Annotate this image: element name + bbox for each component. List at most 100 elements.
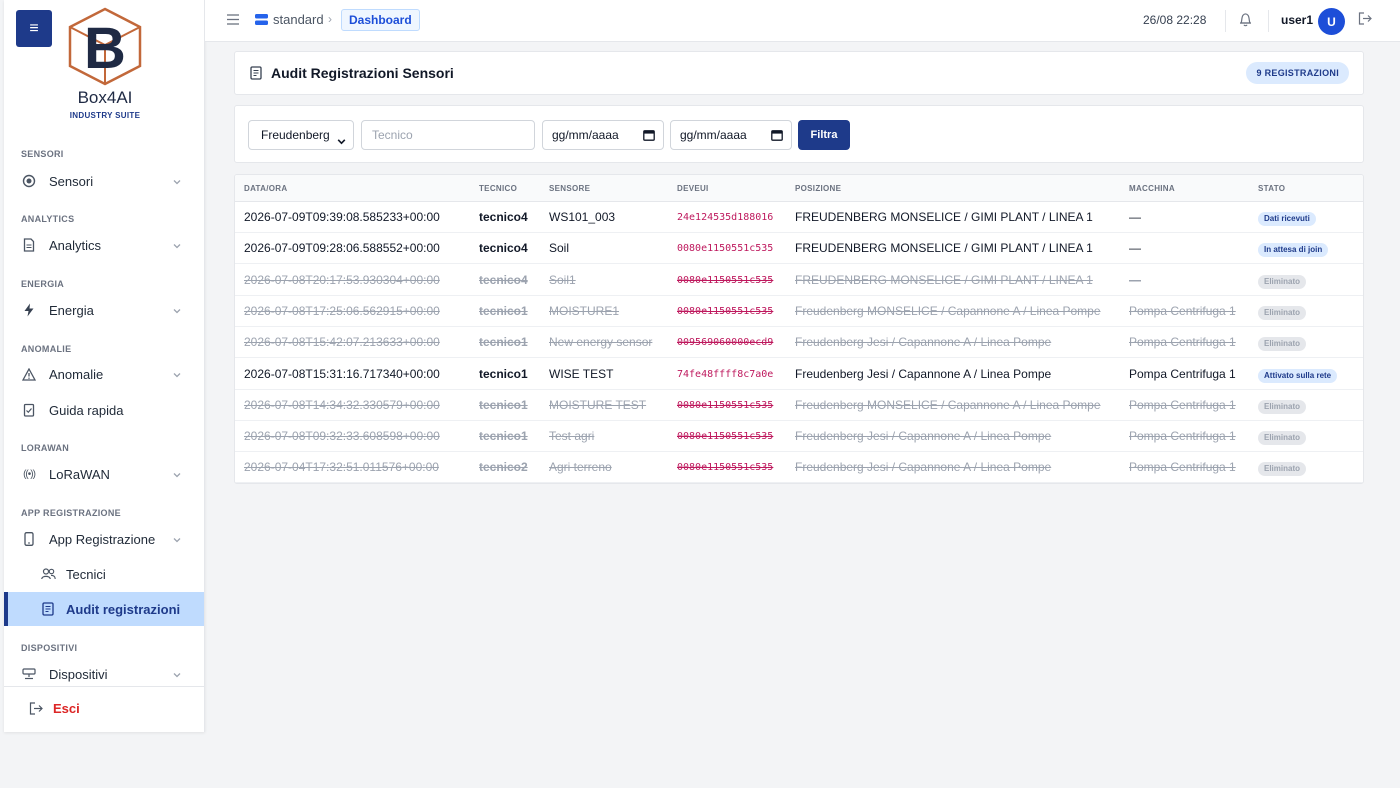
table-row[interactable]: 2026-07-09T09:39:08.585233+00:00 tecnico4… [235, 202, 1363, 233]
table-row[interactable]: 2026-07-08T14:34:32.330579+00:00 tecnico1… [235, 390, 1363, 421]
cell-datetime: 2026-07-08T20:17:53.930304+00:00 [244, 272, 440, 287]
date-from-input[interactable]: gg/mm/aaaa [542, 120, 664, 150]
cell-deveui: 0080e1150551c535 [677, 243, 774, 255]
column-header[interactable]: STATO [1258, 184, 1285, 193]
sidebar-item-label: Guida rapida [49, 402, 124, 418]
brand-suite: INDUSTRY SUITE [69, 111, 141, 120]
page-header: Audit Registrazioni Sensori 9 REGISTRAZI… [234, 51, 1364, 95]
company-select[interactable]: Freudenberg [248, 120, 354, 150]
cell-datetime: 2026-07-09T09:39:08.585233+00:00 [244, 210, 440, 224]
table-row[interactable]: 2026-07-08T17:25:06.562915+00:00 tecnico1… [235, 296, 1363, 327]
cell-sensor: Soil [549, 241, 570, 256]
tech-input[interactable]: Tecnico [361, 120, 535, 150]
chevron-down-icon [172, 304, 182, 319]
table-row[interactable]: 2026-07-04T17:32:51.011576+00:00 tecnico2… [235, 452, 1363, 483]
calendar-icon[interactable] [771, 129, 783, 141]
column-header[interactable]: MACCHINA [1129, 184, 1175, 193]
sidebar-subitem-audit-registrazioni[interactable]: Audit registrazioni [4, 592, 204, 626]
cell-sensor: Agri terreno [549, 460, 612, 475]
cell-machine: — [1129, 210, 1141, 224]
company-select-value: Freudenberg [261, 128, 330, 142]
table-header: DATA/ORA TECNICO SENSORE DEVEUI POSIZION… [235, 175, 1363, 202]
sidebar-item-guida-rapida[interactable]: Guida rapida [21, 396, 188, 424]
page-title: Audit Registrazioni Sensori [271, 65, 454, 81]
column-header[interactable]: DEVEUI [677, 184, 709, 193]
sidebar-item-lorawan[interactable]: ((•)) LoRaWAN [21, 460, 188, 488]
workspace-label: standard [273, 12, 324, 27]
column-header[interactable]: TECNICO [479, 184, 517, 193]
sidebar-subitem-tecnici[interactable]: Tecnici [4, 557, 204, 591]
table-row[interactable]: 2026-07-08T09:32:33.608598+00:00 tecnico1… [235, 421, 1363, 453]
table-row[interactable]: 2026-07-08T15:31:16.717340+00:00 tecnico1… [235, 359, 1363, 390]
cell-status: Attivato sulla rete [1258, 367, 1338, 383]
cell-position: FREUDENBERG MONSELICE / GIMI PLANT / LIN… [795, 272, 1093, 287]
cell-machine: Pompa Centrifuga 1 [1129, 366, 1236, 381]
cell-tech: tecnico1 [479, 335, 528, 350]
signal-icon: ((•)) [23, 468, 36, 480]
chip-icon [21, 173, 37, 189]
avatar[interactable]: U [1318, 8, 1345, 35]
status-badge: Eliminato [1258, 399, 1307, 414]
date-to-input[interactable]: gg/mm/aaaa [670, 120, 792, 150]
logout-label: Esci [53, 701, 80, 716]
device-icon [21, 666, 37, 682]
column-header[interactable]: POSIZIONE [795, 184, 841, 193]
table-row[interactable]: 2026-07-08T20:17:53.930304+00:00 tecnico4… [235, 265, 1363, 296]
cell-sensor: WS101_003 [549, 210, 616, 224]
cell-status: Eliminato [1258, 304, 1307, 320]
cell-status: Dati ricevuti [1258, 210, 1316, 226]
exit-icon[interactable] [1358, 12, 1373, 28]
sidebar-item-app-registrazione[interactable]: App Registrazione [21, 525, 188, 553]
bell-icon[interactable] [1239, 12, 1252, 30]
breadcrumb-workspace[interactable]: standard [255, 12, 324, 27]
sidebar-item-dispositivi[interactable]: Dispositivi [21, 660, 188, 688]
sidebar-item-analytics[interactable]: Analytics [21, 231, 188, 259]
cell-tech: tecnico1 [479, 397, 528, 412]
cell-deveui: 0080e1150551c535 [677, 399, 774, 411]
section-label-app-registrazione: APP REGISTRAZIONE [21, 508, 121, 518]
sidebar-item-energia[interactable]: Energia [21, 296, 188, 324]
datetime: 26/08 22:28 [1143, 13, 1207, 27]
cell-tech: tecnico1 [479, 303, 528, 318]
cell-position: FREUDENBERG MONSELICE / GIMI PLANT / LIN… [795, 241, 1093, 256]
logout-button[interactable]: Esci [4, 686, 204, 730]
column-header[interactable]: SENSORE [549, 184, 590, 193]
checklist-icon [21, 402, 37, 418]
chevron-down-icon [172, 175, 182, 190]
section-label-energia: ENERGIA [21, 279, 65, 289]
filter-button[interactable]: Filtra [798, 120, 850, 150]
cell-position: Freudenberg MONSELICE / Capannone A / Li… [795, 397, 1101, 412]
audit-document-icon [40, 601, 56, 617]
audit-document-icon [250, 66, 262, 80]
audit-table: DATA/ORA TECNICO SENSORE DEVEUI POSIZION… [234, 174, 1364, 484]
column-header[interactable]: DATA/ORA [244, 184, 287, 193]
chevron-down-icon [172, 239, 182, 254]
cell-datetime: 2026-07-04T17:32:51.011576+00:00 [244, 460, 439, 475]
section-label-lorawan: LORAWAN [21, 443, 70, 453]
username[interactable]: user1 [1281, 13, 1313, 27]
cell-machine: Pompa Centrifuga 1 [1129, 460, 1236, 475]
breadcrumb-dashboard[interactable]: Dashboard [341, 9, 420, 31]
cell-deveui: 0080e1150551c535 [677, 431, 774, 443]
brand-name: Box4AI [77, 88, 133, 107]
sidebar-item-anomalie[interactable]: Anomalie [21, 360, 188, 388]
cell-machine: — [1129, 272, 1141, 287]
sidebar-item-sensori[interactable]: Sensori [21, 167, 188, 195]
cell-datetime: 2026-07-08T17:25:06.562915+00:00 [244, 303, 440, 318]
sidebar-item-label: Dispositivi [49, 666, 108, 682]
cell-tech: tecnico2 [479, 460, 528, 475]
database-icon [255, 14, 268, 25]
cell-sensor: MOISTURE1 [549, 303, 620, 318]
warning-icon [21, 366, 37, 382]
table-row[interactable]: 2026-07-08T15:42:07.213633+00:00 tecnico1… [235, 327, 1363, 359]
cell-sensor: Test agri [549, 429, 595, 444]
table-row[interactable]: 2026-07-09T09:28:06.588552+00:00 tecnico4… [235, 233, 1363, 265]
sidebar-item-label: Anomalie [49, 366, 104, 382]
sidebar-toggle-button[interactable]: ≡ [16, 10, 52, 47]
cell-position: Freudenberg Jesi / Capannone A / Linea P… [795, 366, 1052, 381]
cell-tech: tecnico1 [479, 429, 528, 444]
menu-icon: ≡ [29, 19, 39, 37]
hamburger-icon[interactable] [227, 13, 239, 28]
cell-deveui: 009569060000ecd9 [677, 337, 774, 349]
calendar-icon[interactable] [643, 129, 655, 141]
